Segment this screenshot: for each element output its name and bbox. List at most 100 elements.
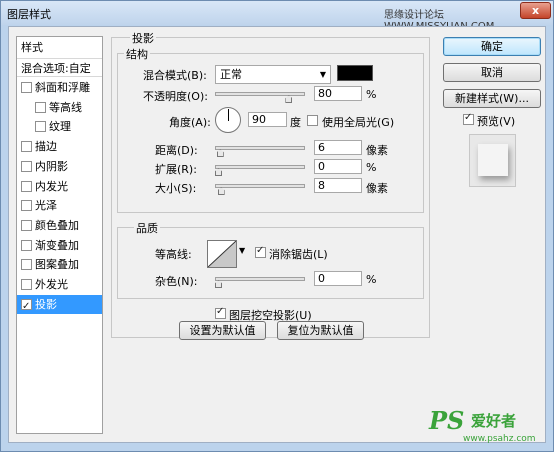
preview-checkbox[interactable]	[463, 112, 474, 125]
global-light-checkbox[interactable]	[307, 115, 318, 126]
sidebar-item-8[interactable]: 渐变叠加	[17, 236, 102, 255]
angle-dial[interactable]	[215, 107, 241, 133]
spread-slider[interactable]	[215, 165, 305, 176]
distance-unit: 像素	[366, 144, 388, 157]
knockout-checkbox[interactable]	[215, 306, 226, 319]
sidebar-item-label: 图案叠加	[35, 258, 79, 272]
sidebar-item-3[interactable]: 描边	[17, 137, 102, 156]
contour-dropdown-icon[interactable]: ▼	[239, 246, 245, 255]
quality-group: 品质 等高线: ▼ 消除锯齿(L) 杂色(N): 0 %	[117, 220, 424, 299]
ps-logo-url: www.psahz.com	[463, 434, 536, 444]
sidebar-item-4[interactable]: 内阴影	[17, 157, 102, 176]
sidebar-item-label: 渐变叠加	[35, 238, 79, 252]
ps-logo-mark: PS	[429, 406, 465, 435]
sidebar-item-checkbox[interactable]	[21, 279, 32, 290]
sidebar-item-blend-options[interactable]: 混合选项:自定	[17, 58, 102, 77]
sidebar-item-label: 等高线	[49, 100, 82, 114]
sidebar-item-11[interactable]: 投影	[17, 294, 102, 316]
window-title: 图层样式	[7, 8, 51, 21]
preview-label[interactable]: 预览(V)	[477, 113, 515, 129]
opacity-slider-thumb[interactable]	[285, 95, 293, 103]
drop-shadow-group: 投影 结构 混合模式(B): 正常 ▼ 不透明度(O): 80 % 角度(A):	[111, 30, 430, 340]
sidebar-item-label: 内阴影	[35, 159, 68, 173]
drop-shadow-title: 投影	[130, 30, 156, 46]
size-unit: 像素	[366, 182, 388, 195]
noise-slider[interactable]	[215, 277, 305, 288]
sidebar-item-2[interactable]: 纹理	[17, 117, 102, 136]
global-light-label[interactable]: 使用全局光(G)	[322, 114, 394, 130]
preview-thumbnail	[469, 134, 516, 187]
make-default-button[interactable]: 设置为默认值	[179, 321, 266, 340]
ok-button[interactable]: 确定	[443, 37, 541, 56]
noise-label: 杂色(N):	[155, 275, 198, 288]
sidebar-item-label: 内发光	[35, 179, 68, 193]
structure-group: 结构 混合模式(B): 正常 ▼ 不透明度(O): 80 % 角度(A): 90…	[117, 46, 424, 213]
layer-style-dialog: 图层样式 思缘设计论坛 WWW.MISSYUAN.COM x 样式 混合选项:自…	[0, 0, 554, 452]
title-bar[interactable]: 图层样式 思缘设计论坛 WWW.MISSYUAN.COM x	[1, 1, 553, 32]
spread-unit: %	[366, 161, 377, 174]
new-style-button[interactable]: 新建样式(W)...	[443, 89, 541, 108]
sidebar-item-checkbox[interactable]	[35, 121, 46, 133]
cancel-button[interactable]: 取消	[443, 63, 541, 82]
distance-field[interactable]: 6	[314, 140, 362, 155]
sidebar-item-checkbox[interactable]	[21, 259, 32, 271]
ps-logo: PS 爱好者 www.psahz.com	[425, 406, 545, 444]
noise-slider-thumb[interactable]	[215, 280, 222, 288]
contour-label: 等高线:	[155, 248, 192, 261]
sidebar-item-checkbox[interactable]	[21, 82, 32, 93]
spread-field[interactable]: 0	[314, 159, 362, 174]
sidebar-item-checkbox[interactable]	[21, 180, 32, 192]
sidebar-item-9[interactable]: 图案叠加	[17, 255, 102, 274]
blend-mode-value: 正常	[220, 68, 242, 81]
sidebar-item-label: 投影	[35, 297, 57, 311]
sidebar-item-label: 纹理	[49, 120, 71, 134]
close-button[interactable]: x	[520, 2, 551, 19]
chevron-down-icon: ▼	[319, 70, 326, 79]
sidebar-item-checkbox[interactable]	[21, 239, 32, 251]
size-slider-thumb[interactable]	[217, 187, 225, 195]
sidebar-item-checkbox[interactable]	[21, 219, 32, 231]
angle-field[interactable]: 90	[248, 112, 287, 127]
distance-slider-thumb[interactable]	[216, 149, 224, 157]
sidebar-item-checkbox[interactable]	[21, 297, 32, 316]
sidebar-item-label: 颜色叠加	[35, 218, 79, 232]
preview-shape	[478, 144, 508, 176]
opacity-field[interactable]: 80	[314, 86, 362, 101]
blend-mode-select[interactable]: 正常 ▼	[215, 65, 331, 84]
opacity-label: 不透明度(O):	[143, 90, 208, 103]
sidebar-item-7[interactable]: 颜色叠加	[17, 216, 102, 235]
sidebar-item-checkbox[interactable]	[21, 200, 32, 212]
sidebar-item-label: 斜面和浮雕	[35, 81, 90, 94]
anti-alias-checkbox[interactable]	[255, 245, 266, 258]
distance-slider[interactable]	[215, 146, 305, 157]
sidebar-item-checkbox[interactable]	[21, 141, 32, 153]
sidebar-header-styles[interactable]: 样式	[21, 38, 106, 57]
style-sidebar: 样式 混合选项:自定 斜面和浮雕等高线纹理描边内阴影内发光光泽颜色叠加渐变叠加图…	[16, 36, 103, 434]
shadow-color-swatch[interactable]	[337, 65, 373, 81]
quality-title: 品质	[134, 220, 160, 236]
sidebar-item-1[interactable]: 等高线	[17, 98, 102, 117]
dialog-body: 样式 混合选项:自定 斜面和浮雕等高线纹理描边内阴影内发光光泽颜色叠加渐变叠加图…	[8, 26, 546, 444]
contour-preview[interactable]	[207, 240, 237, 268]
sidebar-item-10[interactable]: 外发光	[17, 275, 102, 294]
close-icon: x	[531, 4, 540, 17]
size-slider[interactable]	[215, 184, 305, 195]
reset-default-button[interactable]: 复位为默认值	[277, 321, 364, 340]
structure-title: 结构	[124, 46, 150, 62]
anti-alias-label[interactable]: 消除锯齿(L)	[269, 246, 328, 262]
size-label: 大小(S):	[155, 182, 197, 195]
noise-unit: %	[366, 273, 377, 286]
sidebar-item-label: 外发光	[35, 278, 68, 291]
contour-curve-icon	[208, 241, 236, 267]
sidebar-item-checkbox[interactable]	[35, 101, 46, 113]
sidebar-item-5[interactable]: 内发光	[17, 177, 102, 196]
sidebar-item-6[interactable]: 光泽	[17, 196, 102, 215]
ps-logo-text: 爱好者	[471, 412, 517, 430]
noise-field[interactable]: 0	[314, 271, 362, 286]
sidebar-item-checkbox[interactable]	[21, 160, 32, 172]
spread-slider-thumb[interactable]	[215, 168, 222, 176]
size-field[interactable]: 8	[314, 178, 362, 193]
distance-label: 距离(D):	[155, 144, 198, 157]
sidebar-item-0[interactable]: 斜面和浮雕	[17, 78, 102, 97]
opacity-slider[interactable]	[215, 92, 305, 103]
